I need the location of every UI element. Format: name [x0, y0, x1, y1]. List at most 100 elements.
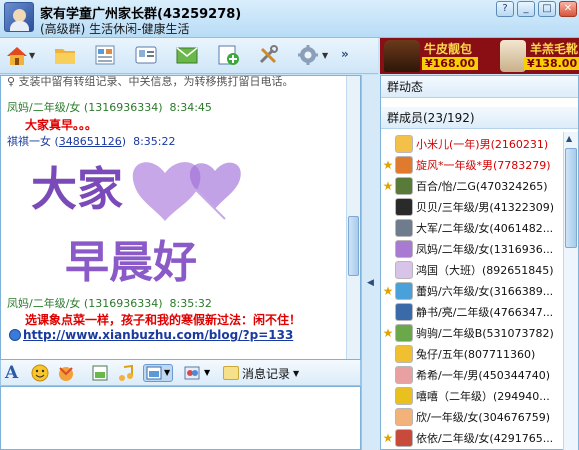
member-row[interactable]: 兔仔/五年(807711360) [381, 344, 563, 364]
picture-icon [146, 366, 162, 380]
member-name: 欣/一年级/女(304676759) [416, 411, 550, 424]
input-toolbar: A ▼ ▼ 消息记录 ▼ [0, 360, 361, 386]
member-avatar[interactable] [395, 366, 413, 384]
member-row[interactable]: ★ 依依/二年级/女(4291765... [381, 428, 563, 448]
screenshot-icon[interactable] [91, 364, 109, 382]
add-icon[interactable] [215, 43, 241, 67]
group-avatar[interactable] [4, 2, 34, 32]
member-avatar[interactable] [395, 324, 413, 342]
member-row[interactable]: 小米儿(一年)男(2160231) [381, 134, 563, 154]
member-avatar[interactable] [395, 240, 413, 258]
sender-name[interactable]: 凤妈/二年级/女 [7, 101, 80, 114]
globe-icon [9, 329, 21, 341]
member-row[interactable]: 贝贝/三年级/男(41322309) [381, 197, 563, 217]
sender-name[interactable]: 凤妈/二年级/女 [7, 297, 80, 310]
member-row[interactable]: ★ 百合/怡/二G(470324265) [381, 176, 563, 196]
home-dropdown-icon[interactable]: ▼ [29, 51, 35, 60]
mail-icon[interactable] [174, 43, 200, 67]
member-avatar[interactable] [395, 156, 413, 174]
sender-qq-link[interactable]: 348651126 [59, 135, 122, 148]
scroll-up-icon[interactable]: ▲ [566, 134, 572, 143]
member-avatar[interactable] [395, 261, 413, 279]
member-name: 凤妈/二年级/女(1316936... [416, 243, 554, 256]
member-avatar[interactable] [395, 345, 413, 363]
good-morning-sticker[interactable]: 大家 早晨好 [25, 149, 257, 292]
close-button[interactable]: ✕ [559, 1, 577, 17]
card-icon[interactable] [133, 43, 159, 67]
member-name: 驹驹/二年级B(531073782) [416, 327, 554, 340]
member-avatar[interactable] [395, 135, 413, 153]
folder-icon[interactable] [52, 43, 78, 67]
message-time: 8:35:32 [169, 297, 212, 310]
ad-banner[interactable]: 牛皮靓包 ¥168.00 羊羔毛靴 ¥138.00 [380, 38, 579, 74]
magic-icon[interactable] [57, 364, 75, 382]
message-log-icon [223, 366, 239, 380]
member-avatar[interactable] [395, 429, 413, 447]
member-scrollbar[interactable]: ▲ [563, 132, 578, 450]
member-row[interactable]: 凤妈/二年级/女(1316936... [381, 239, 563, 259]
panel-splitter[interactable]: ◀ [361, 75, 380, 450]
admin-star-icon: ★ [382, 326, 394, 340]
collapse-arrow-icon[interactable]: ◀ [367, 278, 374, 288]
home-icon[interactable] [4, 43, 30, 67]
admin-star-icon: ★ [382, 179, 394, 193]
settings-dropdown-icon[interactable]: ▼ [322, 51, 328, 60]
picture-button[interactable]: ▼ [143, 364, 173, 382]
chat-scrollbar[interactable] [346, 76, 360, 359]
member-row[interactable]: 鸿国（大班）(892651845) [381, 260, 563, 280]
member-avatar[interactable] [395, 282, 413, 300]
member-row[interactable]: ★ 旋风*一年级*男(7783279) [381, 155, 563, 175]
message-text: 大家真早。。。 [25, 118, 98, 132]
scrollbar-thumb[interactable] [565, 148, 577, 248]
maximize-button[interactable]: □ [538, 1, 556, 17]
member-row[interactable]: 嘻嘻（二年级）(294940... [381, 386, 563, 406]
picture-dropdown-icon[interactable]: ▼ [164, 368, 170, 377]
member-avatar[interactable] [395, 387, 413, 405]
group-members-header[interactable]: 群成员(23/192) [381, 107, 578, 129]
member-row[interactable]: 欣/一年级/女(304676759) [381, 407, 563, 427]
member-avatar[interactable] [395, 198, 413, 216]
member-avatar[interactable] [395, 408, 413, 426]
music-icon[interactable] [117, 364, 135, 382]
member-row[interactable]: 大军/二年级/女(4061482... [381, 218, 563, 238]
emoji-icon[interactable] [31, 364, 49, 382]
member-list[interactable]: 小米儿(一年)男(2160231) ★ 旋风*一年级*男(7783279) ★ 百合/怡… [381, 132, 563, 450]
blog-link[interactable]: http://www.xianbuzhu.com/blog/?p=133 [23, 328, 293, 342]
message-time: 8:34:45 [169, 101, 212, 114]
member-row[interactable]: ★ 驹驹/二年级B(531073782) [381, 323, 563, 343]
message-input[interactable] [0, 386, 361, 450]
settings-icon[interactable] [295, 43, 321, 67]
title-bar: 家有学童广州家长群(43259278) (高级群) 生活休闲-健康生活 ? _ … [0, 0, 579, 38]
scrollbar-thumb[interactable] [348, 216, 359, 276]
tools-icon[interactable] [256, 43, 282, 67]
album-icon[interactable] [92, 43, 118, 67]
member-name: 大军/二年级/女(4061482... [416, 222, 554, 235]
member-name: 依依/二年级/女(4291765... [416, 432, 554, 445]
member-name: 嘻嘻（二年级）(294940... [416, 390, 550, 403]
transfer-dropdown-icon[interactable]: ▼ [204, 368, 210, 377]
message-log-label: 消息记录 [242, 366, 291, 381]
font-icon[interactable]: A [5, 364, 23, 382]
sender-name[interactable]: 祺祺一女 [7, 135, 51, 148]
leather-bag-image [384, 40, 420, 72]
member-row[interactable]: ★ 蕾妈/六年级/女(3166389... [381, 281, 563, 301]
member-row[interactable]: 希希/一年/男(450344740) [381, 365, 563, 385]
minimize-button[interactable]: _ [517, 1, 535, 17]
sender-qq: (1316936334) [83, 297, 163, 310]
message-header: 凤妈/二年级/女 (1316936334) 8:34:45 [7, 99, 212, 115]
help-button[interactable]: ? [496, 1, 514, 17]
group-notice: ♀ 支装中留有转组记录、中关信息，为转移携打留日电话。 [7, 75, 294, 88]
member-avatar[interactable] [395, 177, 413, 195]
member-avatar[interactable] [395, 303, 413, 321]
member-avatar[interactable] [395, 219, 413, 237]
message-log-dropdown-icon[interactable]: ▼ [293, 369, 299, 378]
chat-history[interactable]: ♀ 支装中留有转组记录、中关信息，为转移携打留日电话。 凤妈/二年级/女 (13… [0, 75, 361, 360]
message-time: 8:35:22 [133, 135, 176, 148]
transfer-icon[interactable] [183, 364, 201, 382]
member-name: 兔仔/五年(807711360) [416, 348, 536, 361]
toolbar-more-button[interactable]: » [341, 47, 349, 61]
member-row[interactable]: 静书/亮/二年级(4766347... [381, 302, 563, 322]
message-log-button[interactable]: 消息记录 ▼ [223, 363, 299, 383]
boots-image [500, 40, 526, 72]
group-dynamics-header[interactable]: 群动态 [381, 76, 578, 98]
